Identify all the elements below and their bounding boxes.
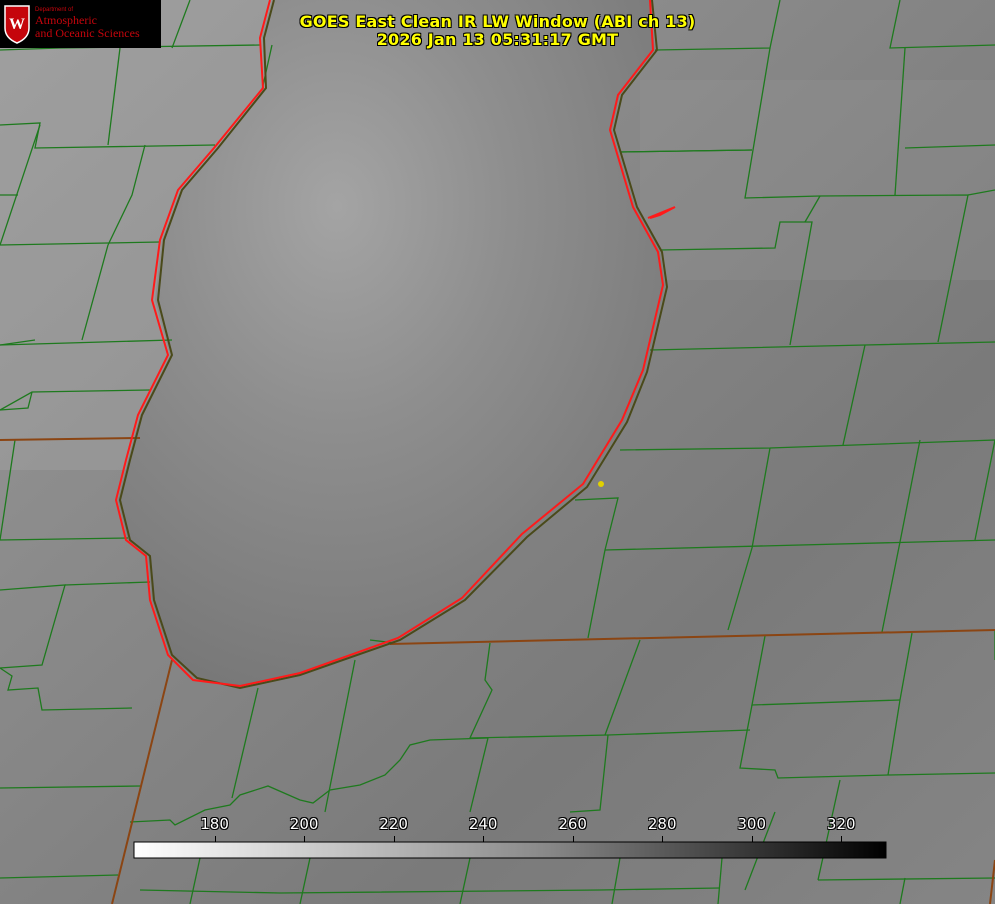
colorbar-tick-mark	[393, 836, 395, 842]
colorbar-tick-label: 180	[200, 815, 229, 833]
colorbar-tick-mark	[304, 836, 306, 842]
colorbar-tick-mark	[483, 836, 485, 842]
colorbar-tick-label: 240	[468, 815, 498, 833]
logo-line-2: and Oceanic Sciences	[35, 26, 140, 40]
svg-text:W: W	[9, 16, 25, 33]
map-canvas	[0, 0, 995, 904]
colorbar-tick-label: 220	[379, 815, 408, 833]
satellite-image-viewer: GOES East Clean IR LW Window (ABI ch 13)…	[0, 0, 995, 904]
colorbar-tick-label: 300	[737, 815, 767, 833]
colorbar-gradient	[133, 841, 887, 859]
colorbar-tick-mark	[841, 836, 843, 842]
uw-crest-icon: W	[4, 5, 30, 44]
colorbar-tick-mark	[751, 836, 753, 842]
colorbar-tick-label: 200	[289, 815, 319, 833]
colorbar-tick-mark	[572, 836, 574, 842]
colorbar-tick-mark	[662, 836, 664, 842]
colorbar-tick-label: 260	[558, 815, 587, 833]
department-logo[interactable]: W Department of Atmospheric and Oceanic …	[0, 0, 161, 48]
colorbar-tick-label: 320	[826, 815, 856, 833]
colorbar-tick-mark	[214, 836, 216, 842]
station-marker-icon	[598, 481, 604, 487]
colorbar-tick-label: 280	[647, 815, 677, 833]
